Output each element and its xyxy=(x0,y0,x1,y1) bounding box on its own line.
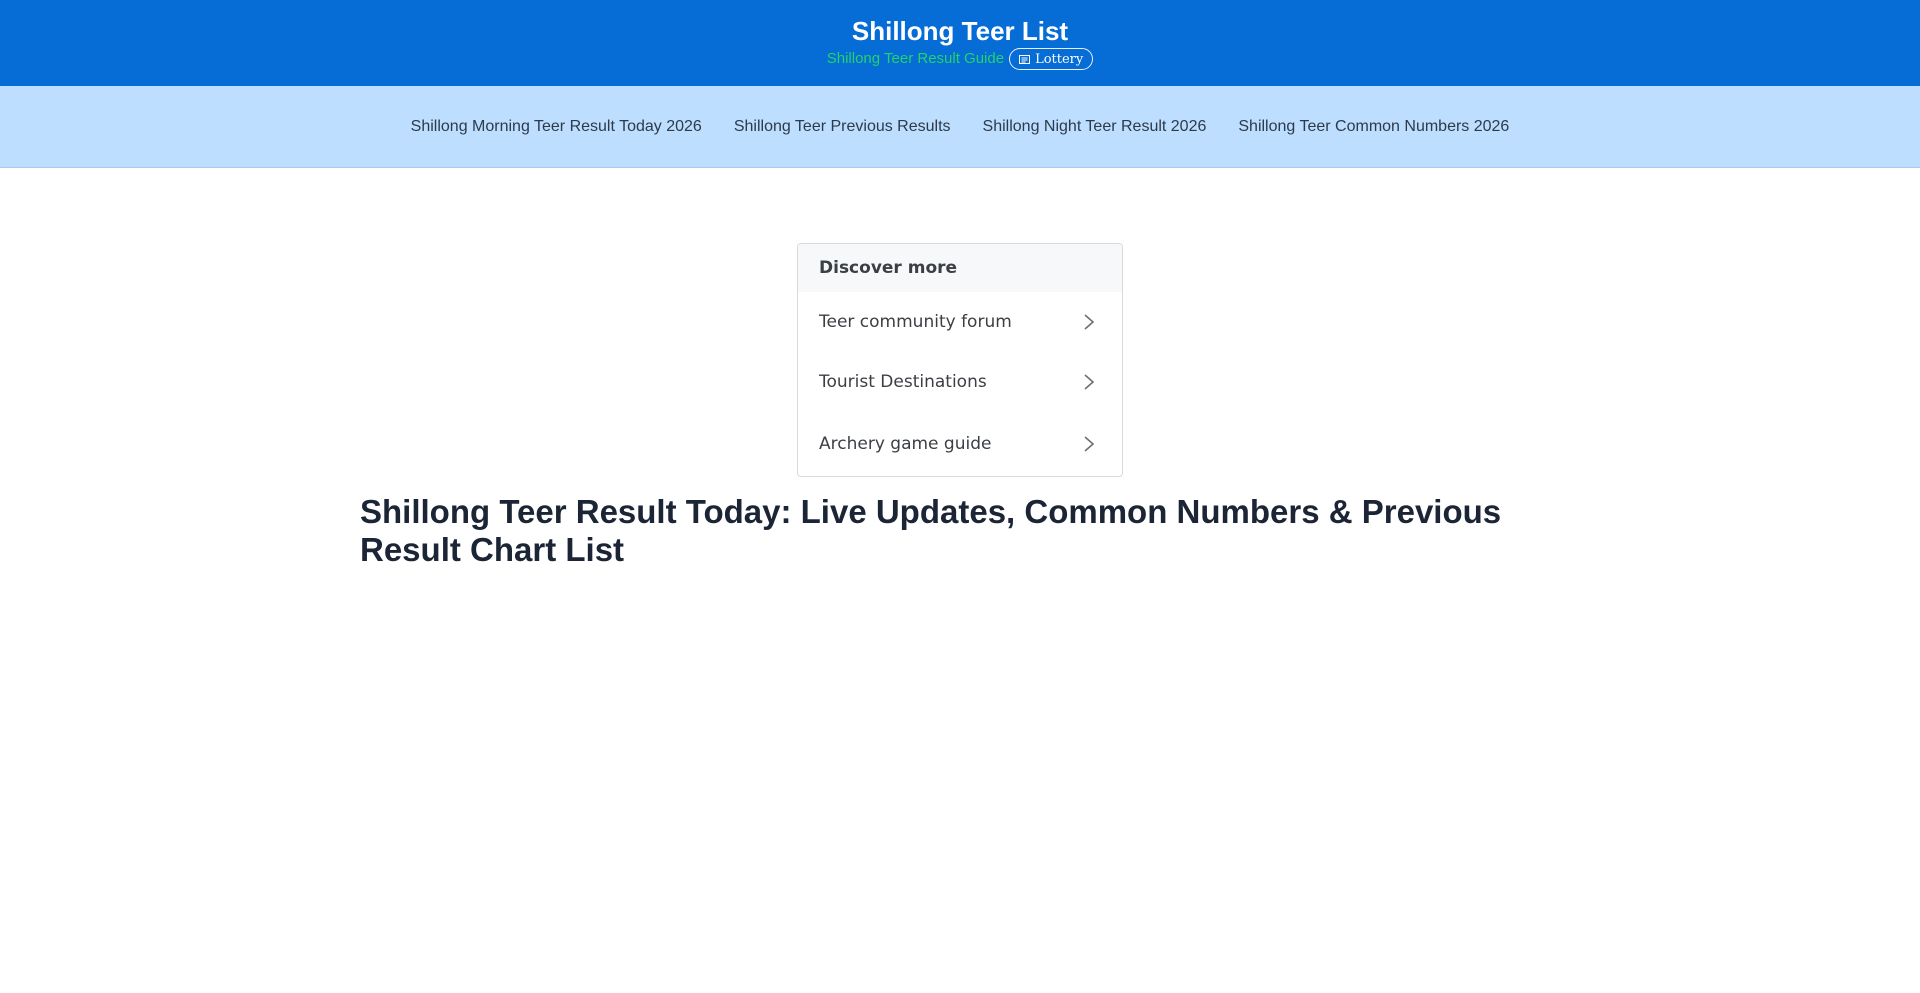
lottery-badge[interactable]: Lottery xyxy=(1009,48,1094,70)
nav-item-common-numbers[interactable]: Shillong Teer Common Numbers 2026 xyxy=(1238,118,1509,136)
discover-item-label: Tourist Destinations xyxy=(819,372,987,392)
discover-more-heading: Discover more xyxy=(798,244,1122,292)
discover-item-tourist-destinations[interactable]: Tourist Destinations xyxy=(798,352,1122,412)
article-title: Shillong Teer Result Today: Live Updates… xyxy=(360,493,1502,568)
nav-item-night-teer[interactable]: Shillong Night Teer Result 2026 xyxy=(983,118,1207,136)
tagline-row: Shillong Teer Result Guide Lottery xyxy=(827,48,1094,70)
chevron-right-icon xyxy=(1084,314,1095,330)
nav-item-previous-results[interactable]: Shillong Teer Previous Results xyxy=(734,118,951,136)
discover-more-panel: Discover more Teer community forum Touri… xyxy=(797,243,1123,477)
main-nav: Shillong Morning Teer Result Today 2026 … xyxy=(0,86,1920,168)
discover-item-label: Teer community forum xyxy=(819,312,1012,332)
newspaper-icon xyxy=(1019,54,1031,64)
lottery-badge-label: Lottery xyxy=(1035,51,1084,67)
chevron-right-icon xyxy=(1084,374,1095,390)
site-header: Shillong Teer List Shillong Teer Result … xyxy=(0,0,1920,86)
discover-item-label: Archery game guide xyxy=(819,434,992,454)
site-tagline: Shillong Teer Result Guide xyxy=(826,50,1005,67)
discover-item-teer-community-forum[interactable]: Teer community forum xyxy=(798,292,1122,352)
discover-item-archery-game-guide[interactable]: Archery game guide xyxy=(798,412,1122,476)
chevron-right-icon xyxy=(1084,436,1095,452)
nav-item-morning-teer[interactable]: Shillong Morning Teer Result Today 2026 xyxy=(411,118,702,136)
site-title[interactable]: Shillong Teer List xyxy=(852,16,1068,46)
